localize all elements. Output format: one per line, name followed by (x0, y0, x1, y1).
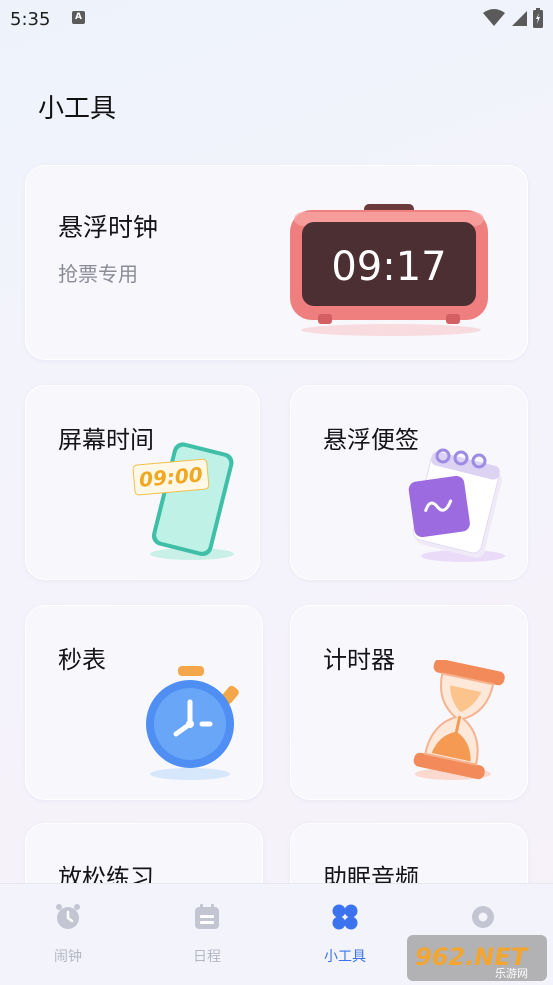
alarm-clock-icon (56, 904, 80, 929)
watermark-sub: 乐游网 (495, 967, 528, 980)
tab-alarm-label: 闹钟 (54, 949, 82, 965)
system-icons (483, 8, 543, 28)
gear-icon (472, 906, 494, 928)
status-bar: 5:35 A (0, 0, 553, 40)
phone-icon: 09:00 (132, 442, 234, 560)
timer-card[interactable]: 计时器 (290, 605, 528, 800)
hourglass-icon (413, 660, 505, 780)
clock-display: 09:17 (331, 244, 446, 290)
watermark-logo: 962.NET 乐游网 (407, 935, 547, 981)
stopwatch-title: 秒表 (58, 646, 106, 674)
a-notification-icon: A (72, 11, 85, 24)
digital-clock-icon: 09:17 (290, 204, 488, 336)
tab-tools-label: 小工具 (324, 949, 366, 965)
calendar-icon (195, 904, 219, 929)
tab-schedule-label: 日程 (193, 949, 221, 965)
tab-schedule[interactable]: 日程 (157, 902, 257, 966)
wifi-icon (483, 9, 505, 26)
stopwatch-icon (146, 666, 239, 780)
four-petal-icon (332, 904, 358, 930)
status-time: 5:35 (10, 9, 51, 30)
timer-title: 计时器 (323, 646, 395, 674)
floating-clock-card[interactable]: 悬浮时钟 抢票专用 09:17 (25, 165, 528, 360)
floating-clock-title: 悬浮时钟 (58, 213, 159, 242)
tab-tools[interactable]: 小工具 (295, 902, 395, 966)
battery-icon (533, 8, 543, 28)
notepad-icon (408, 448, 505, 562)
floating-note-card[interactable]: 悬浮便签 (290, 385, 528, 580)
signal-icon (512, 11, 527, 26)
page-title: 小工具 (38, 94, 117, 124)
floating-clock-subtitle: 抢票专用 (58, 262, 138, 286)
screen-time-card[interactable]: 屏幕时间 09:00 (25, 385, 260, 580)
tab-alarm[interactable]: 闹钟 (18, 902, 118, 966)
stopwatch-card[interactable]: 秒表 (25, 605, 263, 800)
